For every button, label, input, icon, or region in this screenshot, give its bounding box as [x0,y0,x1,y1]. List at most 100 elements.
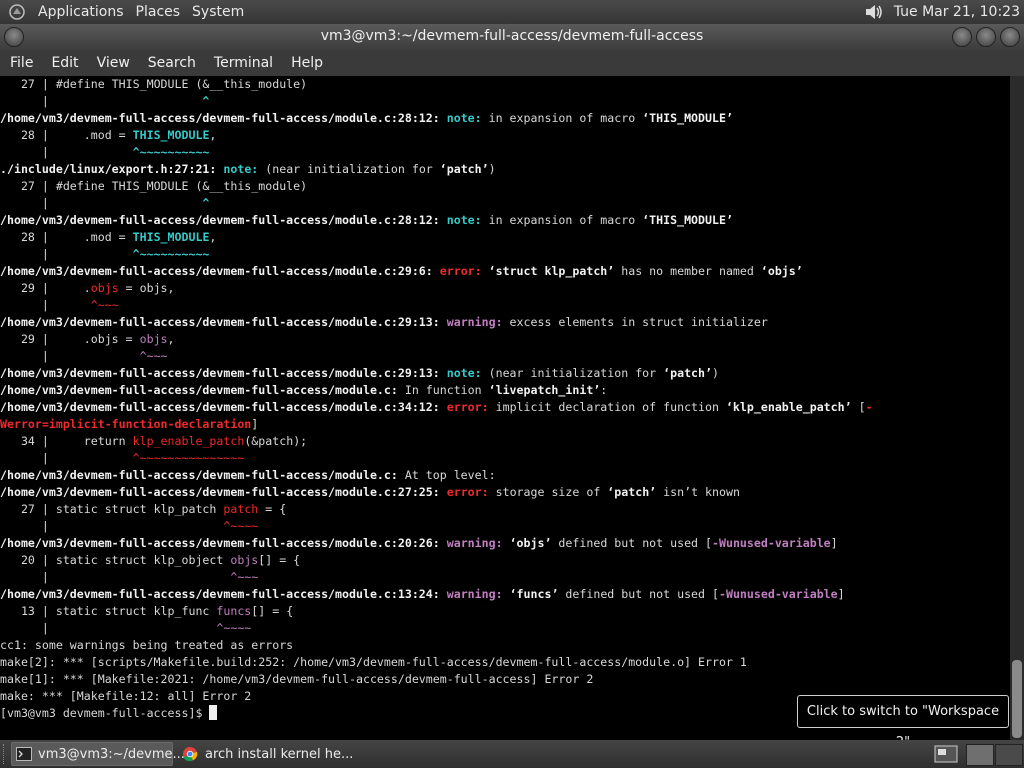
terminal-text: ^ [202,94,210,108]
applications-menu[interactable]: Applications [32,0,130,24]
terminal-text: -Wunused-variable [718,587,838,601]
menu-search[interactable]: Search [138,55,204,71]
terminal-text: (&patch); [244,434,308,448]
terminal-line: | ^ [0,195,1010,212]
terminal-line: | ^~~~~ [0,518,1010,535]
terminal-text: /home/vm3/devmem-full-access/devmem-full… [0,587,447,601]
menu-help[interactable]: Help [281,55,331,71]
terminal-text: defined but not used [ [551,536,712,550]
terminal-text: = { [258,502,287,516]
terminal-line: /home/vm3/devmem-full-access/devmem-full… [0,484,1010,501]
scrollbar-thumb[interactable] [1012,660,1022,738]
system-menu[interactable]: System [186,0,250,24]
terminal-text: ‘livepatch_init’ [488,383,601,397]
show-desktop-icon[interactable] [934,745,960,767]
menu-edit[interactable]: Edit [41,55,86,71]
terminal-text: make: *** [Makefile:12: all] Error 2 [0,689,252,703]
taskbar-item-terminal[interactable]: vm3@vm3:~/devme... [11,742,185,766]
terminal-text: warning: [446,315,503,329]
terminal-text: make[1]: *** [Makefile:2021: /home/vm3/d… [0,672,594,686]
terminal-text: static struct klp_patch [55,502,224,516]
taskbar-item-browser[interactable]: arch install kernel he... [177,742,367,766]
chrome-icon [181,746,199,762]
terminal-text: At top level: [404,468,496,482]
window-menu-button[interactable] [4,27,24,47]
terminal-scrollbar[interactable] [1010,76,1024,740]
terminal-text: #define THIS_MODULE (&__this_module) [55,77,308,91]
terminal-text: ‘patch’ [663,366,712,380]
menu-terminal[interactable]: Terminal [204,55,281,71]
show-desktop-handle[interactable] [3,744,7,764]
menu-view[interactable]: View [87,55,138,71]
terminal-text: 27 | [0,77,56,91]
terminal-text: | [0,349,140,363]
terminal-line: | ^ [0,93,1010,110]
terminal-text: objs [139,332,168,346]
terminal-text: note: [223,162,259,176]
terminal-text: ^ [202,196,210,210]
terminal-text: klp_enable_patch [132,434,245,448]
terminal-line: make[1]: *** [Makefile:2021: /home/vm3/d… [0,671,1010,688]
workspace-tooltip: Click to switch to "Workspace 2" [797,695,1009,750]
terminal-text: 28 | [0,230,84,244]
terminal-text: -Wunused-variable [712,536,831,550]
terminal-text: /home/vm3/devmem-full-access/devmem-full… [0,366,447,380]
gnome-foot-icon[interactable] [6,1,28,23]
terminal-text: #define THIS_MODULE (&__this_module) [55,179,308,193]
terminal-line: | ^~~~ [0,569,1010,586]
terminal-text: ‘objs’ [509,536,552,550]
terminal-text: ^~~~~~~~~~~~~~~~ [132,451,245,465]
terminal-icon [16,746,32,762]
window-titlebar[interactable]: vm3@vm3:~/devmem-full-access/devmem-full… [0,24,1024,50]
terminal-text: | [0,570,231,584]
terminal-text: [ [851,400,866,414]
top-panel: Applications Places System Tue Mar 21, 1… [0,0,1024,24]
terminal-output[interactable]: 27 | #define THIS_MODULE (&__this_module… [0,76,1010,740]
workspace-2[interactable] [995,744,1023,766]
terminal-text: | [0,451,133,465]
terminal-text: | [0,519,224,533]
terminal-text: defined but not used [ [558,587,719,601]
menu-file[interactable]: File [0,55,41,71]
terminal-text: /home/vm3/devmem-full-access/devmem-full… [0,383,405,397]
terminal-text: , [209,230,217,244]
terminal-text: ‘funcs’ [509,587,559,601]
terminal-text: .objs = [83,332,140,346]
terminal-text: ^~~~~~~~~~~ [132,145,210,159]
terminal-line: 29 | .objs = objs, [0,331,1010,348]
volume-icon[interactable] [862,1,886,23]
terminal-text: 29 | [0,281,84,295]
terminal-text: ) [712,366,719,380]
menubar: File Edit View Search Terminal Help [0,50,1024,76]
terminal-line: Werror=implicit-function-declaration] [0,416,1010,433]
terminal-text: /home/vm3/devmem-full-access/devmem-full… [0,111,447,125]
terminal-text: has no member named [614,264,761,278]
terminal-text: THIS_MODULE [132,128,210,142]
terminal-text: error: [439,264,482,278]
workspace-1[interactable] [966,744,994,766]
terminal-text: ^~~~ [230,570,259,584]
terminal-text: static struct klp_object [55,553,231,567]
terminal-text: ./include/linux/export.h:27:21: [0,162,224,176]
terminal-text: /home/vm3/devmem-full-access/devmem-full… [0,264,440,278]
maximize-button[interactable] [976,27,996,47]
terminal-line: | ^~~~~~~~~~~ [0,246,1010,263]
terminal-text: 27 | [0,502,56,516]
terminal-line: 27 | static struct klp_patch patch = { [0,501,1010,518]
terminal-text: - [865,400,873,414]
terminal-text: . [83,281,91,295]
terminal-line: 34 | return klp_enable_patch(&patch); [0,433,1010,450]
terminal-line: /home/vm3/devmem-full-access/devmem-full… [0,365,1010,382]
terminal-text: patch [223,502,259,516]
terminal-line: /home/vm3/devmem-full-access/devmem-full… [0,110,1010,127]
minimize-button[interactable] [952,27,972,47]
close-button[interactable] [1000,27,1020,47]
terminal-line: 13 | static struct klp_func funcs[] = { [0,603,1010,620]
terminal-text: 28 | [0,128,84,142]
terminal-text: note: [446,366,482,380]
terminal-text: ^~~~~ [216,621,252,635]
terminal-text: [vm3@vm3 devmem-full-access]$ [0,706,210,720]
clock[interactable]: Tue Mar 21, 10:23 [894,4,1024,20]
places-menu[interactable]: Places [130,0,187,24]
